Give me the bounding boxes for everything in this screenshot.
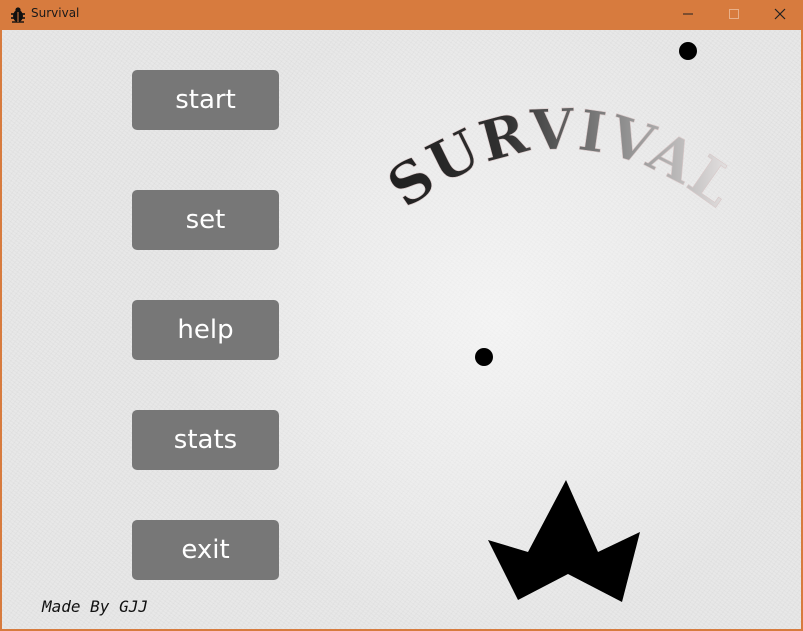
minimize-button[interactable] xyxy=(665,0,711,29)
game-canvas[interactable]: start set help stats exit Made By GJJ SU… xyxy=(2,30,801,629)
app-window: Survival start set help stats exit Made … xyxy=(0,0,803,631)
player-ship xyxy=(488,480,640,602)
window-title: Survival xyxy=(31,6,80,20)
game-logo: SURVIVAL xyxy=(376,96,748,221)
close-icon xyxy=(774,5,786,24)
logo-text: SURVIVAL xyxy=(376,96,747,221)
exit-button[interactable]: exit xyxy=(132,520,279,580)
stats-button[interactable]: stats xyxy=(132,410,279,470)
title-bar[interactable]: Survival xyxy=(0,0,803,30)
help-button[interactable]: help xyxy=(132,300,279,360)
enemy-dot xyxy=(679,42,697,60)
bug-icon xyxy=(9,6,27,24)
close-button[interactable] xyxy=(757,0,803,29)
maximize-button[interactable] xyxy=(711,0,757,29)
credit-text: Made By GJJ xyxy=(42,597,148,616)
svg-text:SURVIVAL: SURVIVAL xyxy=(376,96,748,221)
minimize-icon xyxy=(682,5,694,24)
maximize-icon xyxy=(728,5,740,24)
set-button[interactable]: set xyxy=(132,190,279,250)
enemy-dot xyxy=(475,348,493,366)
start-button[interactable]: start xyxy=(132,70,279,130)
